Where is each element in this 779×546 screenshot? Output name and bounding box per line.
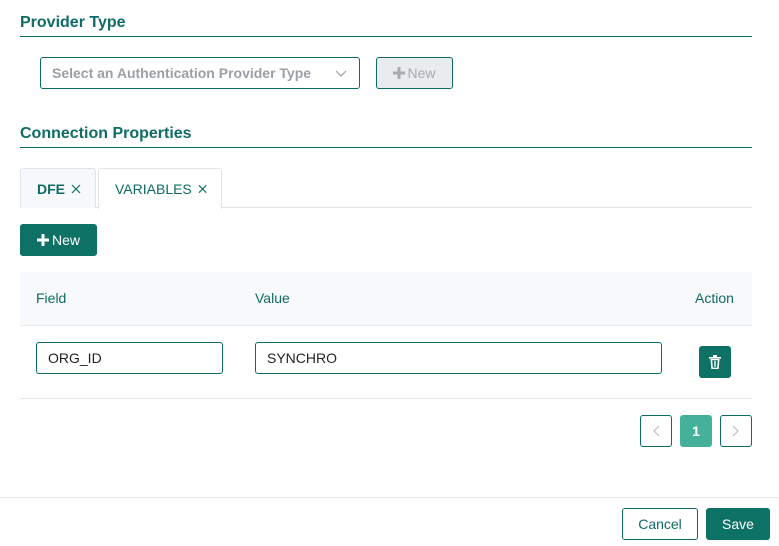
chevron-right-icon xyxy=(732,425,739,437)
previous-page-button[interactable] xyxy=(640,415,672,447)
tab-variables-label: VARIABLES xyxy=(115,181,192,197)
close-icon[interactable] xyxy=(71,184,81,194)
new-provider-label: New xyxy=(407,65,436,81)
dialog-footer: Cancel Save xyxy=(0,497,779,546)
new-provider-button[interactable]: New xyxy=(376,57,453,89)
plus-icon xyxy=(393,67,406,79)
chevron-down-icon xyxy=(335,70,347,77)
trash-icon xyxy=(709,355,721,369)
cancel-button[interactable]: Cancel xyxy=(622,508,698,540)
column-header-action: Action xyxy=(695,290,734,306)
close-icon[interactable] xyxy=(198,184,207,194)
value-input[interactable] xyxy=(255,342,662,374)
tab-dfe[interactable]: DFE xyxy=(20,168,96,208)
connection-properties-heading: Connection Properties xyxy=(20,125,752,148)
table-row xyxy=(20,326,752,399)
auth-provider-type-select[interactable]: Select an Authentication Provider Type xyxy=(40,57,360,89)
auth-provider-type-placeholder: Select an Authentication Provider Type xyxy=(52,65,312,81)
chevron-left-icon xyxy=(653,425,660,437)
new-variable-label: New xyxy=(51,232,80,248)
tab-variables[interactable]: VARIABLES xyxy=(98,168,222,209)
column-header-value: Value xyxy=(255,290,290,306)
column-header-field: Field xyxy=(36,290,67,306)
provider-type-heading: Provider Type xyxy=(20,14,752,37)
save-button[interactable]: Save xyxy=(706,508,770,540)
delete-row-button[interactable] xyxy=(699,346,731,378)
page-number-button[interactable]: 1 xyxy=(680,415,712,447)
new-variable-button[interactable]: New xyxy=(20,224,97,256)
connection-tabs: DFE VARIABLES xyxy=(20,168,752,209)
tab-dfe-label: DFE xyxy=(37,180,65,197)
variables-table-header: Field Value Action xyxy=(20,272,752,326)
field-input[interactable] xyxy=(36,342,223,374)
next-page-button[interactable] xyxy=(720,415,752,447)
plus-icon xyxy=(36,234,49,246)
